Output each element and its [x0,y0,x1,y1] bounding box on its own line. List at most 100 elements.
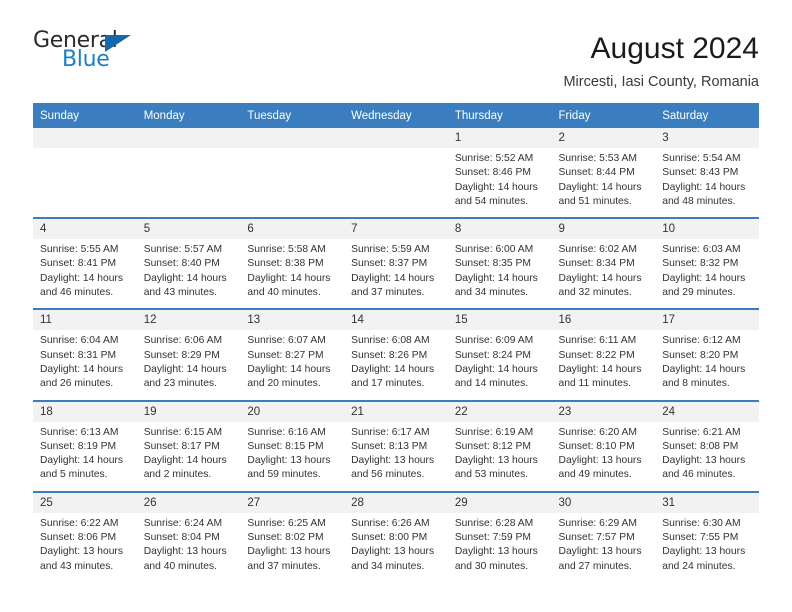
day-number [136,128,241,148]
calendar-day-cell[interactable]: 23 Sunrise: 6:20 AM Sunset: 8:10 PM Dayligh… [551,399,656,492]
calendar-day-cell[interactable]: 26 Sunrise: 6:24 AM Sunset: 8:04 PM Dayligh… [136,490,241,582]
calendar-day-cell[interactable]: 10 Sunrise: 6:03 AM Sunset: 8:32 PM Dayligh… [655,217,759,310]
daylight-text-line2: and 11 minutes. [558,378,632,390]
calendar-day-cell[interactable]: 17 Sunrise: 6:12 AM Sunset: 8:20 PM Dayligh… [655,308,759,401]
calendar-day-cell[interactable]: 16 Sunrise: 6:11 AM Sunset: 8:22 PM Dayligh… [551,308,656,401]
day-number: 11 [33,310,137,331]
daylight-text-line2: and 49 minutes. [558,469,632,481]
day-number: 8 [447,219,552,240]
weekday-header-wednesday: Wednesday [344,103,448,128]
day-details: Sunrise: 5:52 AM Sunset: 8:46 PM Daylight:… [448,148,552,217]
calendar-day-cell[interactable]: 28 Sunrise: 6:26 AM Sunset: 8:00 PM Dayligh… [344,490,448,582]
weekday-header-saturday: Saturday [655,103,759,128]
weekday-header-monday: Monday [136,103,241,128]
calendar-day-cell[interactable]: 4 Sunrise: 5:55 AM Sunset: 8:41 PM Daylight… [33,217,137,310]
sunrise-text: Sunrise: 5:57 AM [143,244,223,256]
calendar-day-cell[interactable]: 22 Sunrise: 6:19 AM Sunset: 8:12 PM Dayligh… [447,399,552,492]
daylight-text-line1: Daylight: 14 hours [40,363,123,375]
sunrise-text: Sunrise: 5:52 AM [454,153,534,164]
weekday-header-tuesday: Tuesday [240,103,345,128]
calendar-day-cell[interactable]: 30 Sunrise: 6:29 AM Sunset: 7:57 PM Dayligh… [551,490,656,582]
day-details: Sunrise: 6:29 AM Sunset: 7:57 PM Daylight:… [552,513,656,582]
daylight-text-line1: Daylight: 14 hours [662,272,746,284]
day-details: Sunrise: 6:28 AM Sunset: 7:59 PM Daylight:… [448,513,552,582]
day-number [33,128,137,148]
day-details [344,148,448,210]
calendar-day-cell[interactable]: 5 Sunrise: 5:57 AM Sunset: 8:40 PM Daylight… [136,217,241,310]
calendar-day-cell[interactable]: 13 Sunrise: 6:07 AM Sunset: 8:27 PM Dayligh… [240,308,345,401]
daylight-text-line1: Daylight: 14 hours [558,272,642,284]
calendar-day-cell[interactable]: 3 Sunrise: 5:54 AM Sunset: 8:43 PM Daylight… [655,128,759,218]
calendar-day-cell[interactable]: 25 Sunrise: 6:22 AM Sunset: 8:06 PM Dayligh… [33,490,137,582]
day-number: 20 [240,401,345,422]
daylight-text-line1: Daylight: 13 hours [558,455,642,467]
sunrise-text: Sunrise: 6:20 AM [558,426,637,438]
day-details: Sunrise: 5:57 AM Sunset: 8:40 PM Daylight:… [137,239,241,308]
sunrise-text: Sunrise: 6:12 AM [662,335,741,347]
sunrise-text: Sunrise: 6:07 AM [247,335,326,347]
calendar-day-cell[interactable]: 31 Sunrise: 6:30 AM Sunset: 7:55 PM Dayligh… [655,490,759,582]
daylight-text-line2: and 51 minutes. [558,195,632,207]
day-number: 29 [447,492,552,513]
calendar-day-cell[interactable]: 15 Sunrise: 6:09 AM Sunset: 8:24 PM Dayligh… [447,308,552,401]
day-number: 23 [551,401,656,422]
calendar-day-cell[interactable]: 9 Sunrise: 6:02 AM Sunset: 8:34 PM Daylight… [551,217,656,310]
calendar-day-cell[interactable]: 14 Sunrise: 6:08 AM Sunset: 8:26 PM Dayligh… [344,308,448,401]
calendar-day-cell[interactable]: 6 Sunrise: 5:58 AM Sunset: 8:38 PM Daylight… [240,217,345,310]
sunset-text: Sunset: 8:40 PM [143,258,220,270]
daylight-text-line2: and 20 minutes. [247,378,321,390]
calendar-day-cell[interactable]: 20 Sunrise: 6:16 AM Sunset: 8:15 PM Dayligh… [240,399,345,492]
sunset-text: Sunset: 8:24 PM [454,349,531,361]
day-number [344,128,448,148]
calendar-day-cell[interactable]: 18 Sunrise: 6:13 AM Sunset: 8:19 PM Dayligh… [33,399,137,492]
sunset-text: Sunset: 8:08 PM [662,440,739,452]
daylight-text-line2: and 53 minutes. [454,469,529,481]
calendar-day-cell[interactable]: 29 Sunrise: 6:28 AM Sunset: 7:59 PM Dayligh… [447,490,552,582]
day-details: Sunrise: 5:54 AM Sunset: 8:43 PM Daylight:… [655,148,759,217]
daylight-text-line2: and 26 minutes. [40,378,114,390]
calendar-day-cell[interactable]: 21 Sunrise: 6:17 AM Sunset: 8:13 PM Dayligh… [344,399,448,492]
calendar-day-cell[interactable]: 1 Sunrise: 5:52 AM Sunset: 8:46 PM Daylight… [447,128,552,218]
day-number: 2 [551,128,656,148]
daylight-text-line1: Daylight: 13 hours [247,546,331,558]
day-details: Sunrise: 6:02 AM Sunset: 8:34 PM Daylight:… [552,239,656,308]
sunrise-text: Sunrise: 6:04 AM [40,335,119,347]
calendar-day-cell[interactable]: 8 Sunrise: 6:00 AM Sunset: 8:35 PM Daylight… [447,217,552,310]
calendar-day-cell[interactable]: 19 Sunrise: 6:15 AM Sunset: 8:17 PM Dayligh… [136,399,241,492]
daylight-text-line2: and 34 minutes. [454,287,529,299]
calendar-day-cell[interactable]: 7 Sunrise: 5:59 AM Sunset: 8:37 PM Daylight… [344,217,448,310]
title-block: August 2024 Mircesti, Iasi County, Roman… [563,30,759,90]
brand-name-blue: Blue [62,47,110,72]
daylight-text-line1: Daylight: 14 hours [143,272,227,284]
calendar-day-cell[interactable]: 2 Sunrise: 5:53 AM Sunset: 8:44 PM Daylight… [551,128,656,218]
day-number: 27 [240,492,345,513]
calendar-header-row: Sunday Monday Tuesday Wednesday Thursday… [33,103,759,128]
sunrise-text: Sunrise: 6:08 AM [351,335,430,347]
day-details [33,148,137,210]
calendar-day-cell[interactable]: 24 Sunrise: 6:21 AM Sunset: 8:08 PM Dayligh… [655,399,759,492]
sunset-text: Sunset: 8:29 PM [143,349,220,361]
sunrise-text: Sunrise: 6:25 AM [247,517,326,529]
sunset-text: Sunset: 8:19 PM [40,440,117,452]
day-details: Sunrise: 5:55 AM Sunset: 8:41 PM Daylight:… [33,239,137,308]
day-number: 21 [344,401,448,422]
day-details: Sunrise: 6:30 AM Sunset: 7:55 PM Daylight:… [655,513,759,582]
daylight-text-line2: and 37 minutes. [351,287,425,299]
day-number: 14 [344,310,448,331]
sunset-text: Sunset: 8:44 PM [558,167,635,179]
day-details: Sunrise: 6:03 AM Sunset: 8:32 PM Daylight:… [655,239,759,308]
calendar-week-row: 4 Sunrise: 5:55 AM Sunset: 8:41 PM Daylight… [33,217,759,310]
calendar-day-cell[interactable]: 27 Sunrise: 6:25 AM Sunset: 8:02 PM Dayligh… [240,490,345,582]
calendar-day-cell[interactable]: 11 Sunrise: 6:04 AM Sunset: 8:31 PM Dayligh… [33,308,137,401]
brand-logo[interactable]: General Blue [33,30,153,78]
day-details: Sunrise: 6:00 AM Sunset: 8:35 PM Daylight:… [448,239,552,308]
weekday-header-friday: Friday [551,103,656,128]
sunset-text: Sunset: 8:41 PM [40,258,117,270]
sunrise-text: Sunrise: 6:00 AM [454,244,534,256]
day-details: Sunrise: 6:19 AM Sunset: 8:12 PM Daylight:… [448,422,552,491]
calendar-day-cell[interactable]: 12 Sunrise: 6:06 AM Sunset: 8:29 PM Dayligh… [136,308,241,401]
sunset-text: Sunset: 8:20 PM [662,349,739,361]
day-number: 13 [240,310,345,331]
day-details: Sunrise: 6:21 AM Sunset: 8:08 PM Daylight:… [655,422,759,491]
sunrise-text: Sunrise: 6:24 AM [143,517,223,529]
